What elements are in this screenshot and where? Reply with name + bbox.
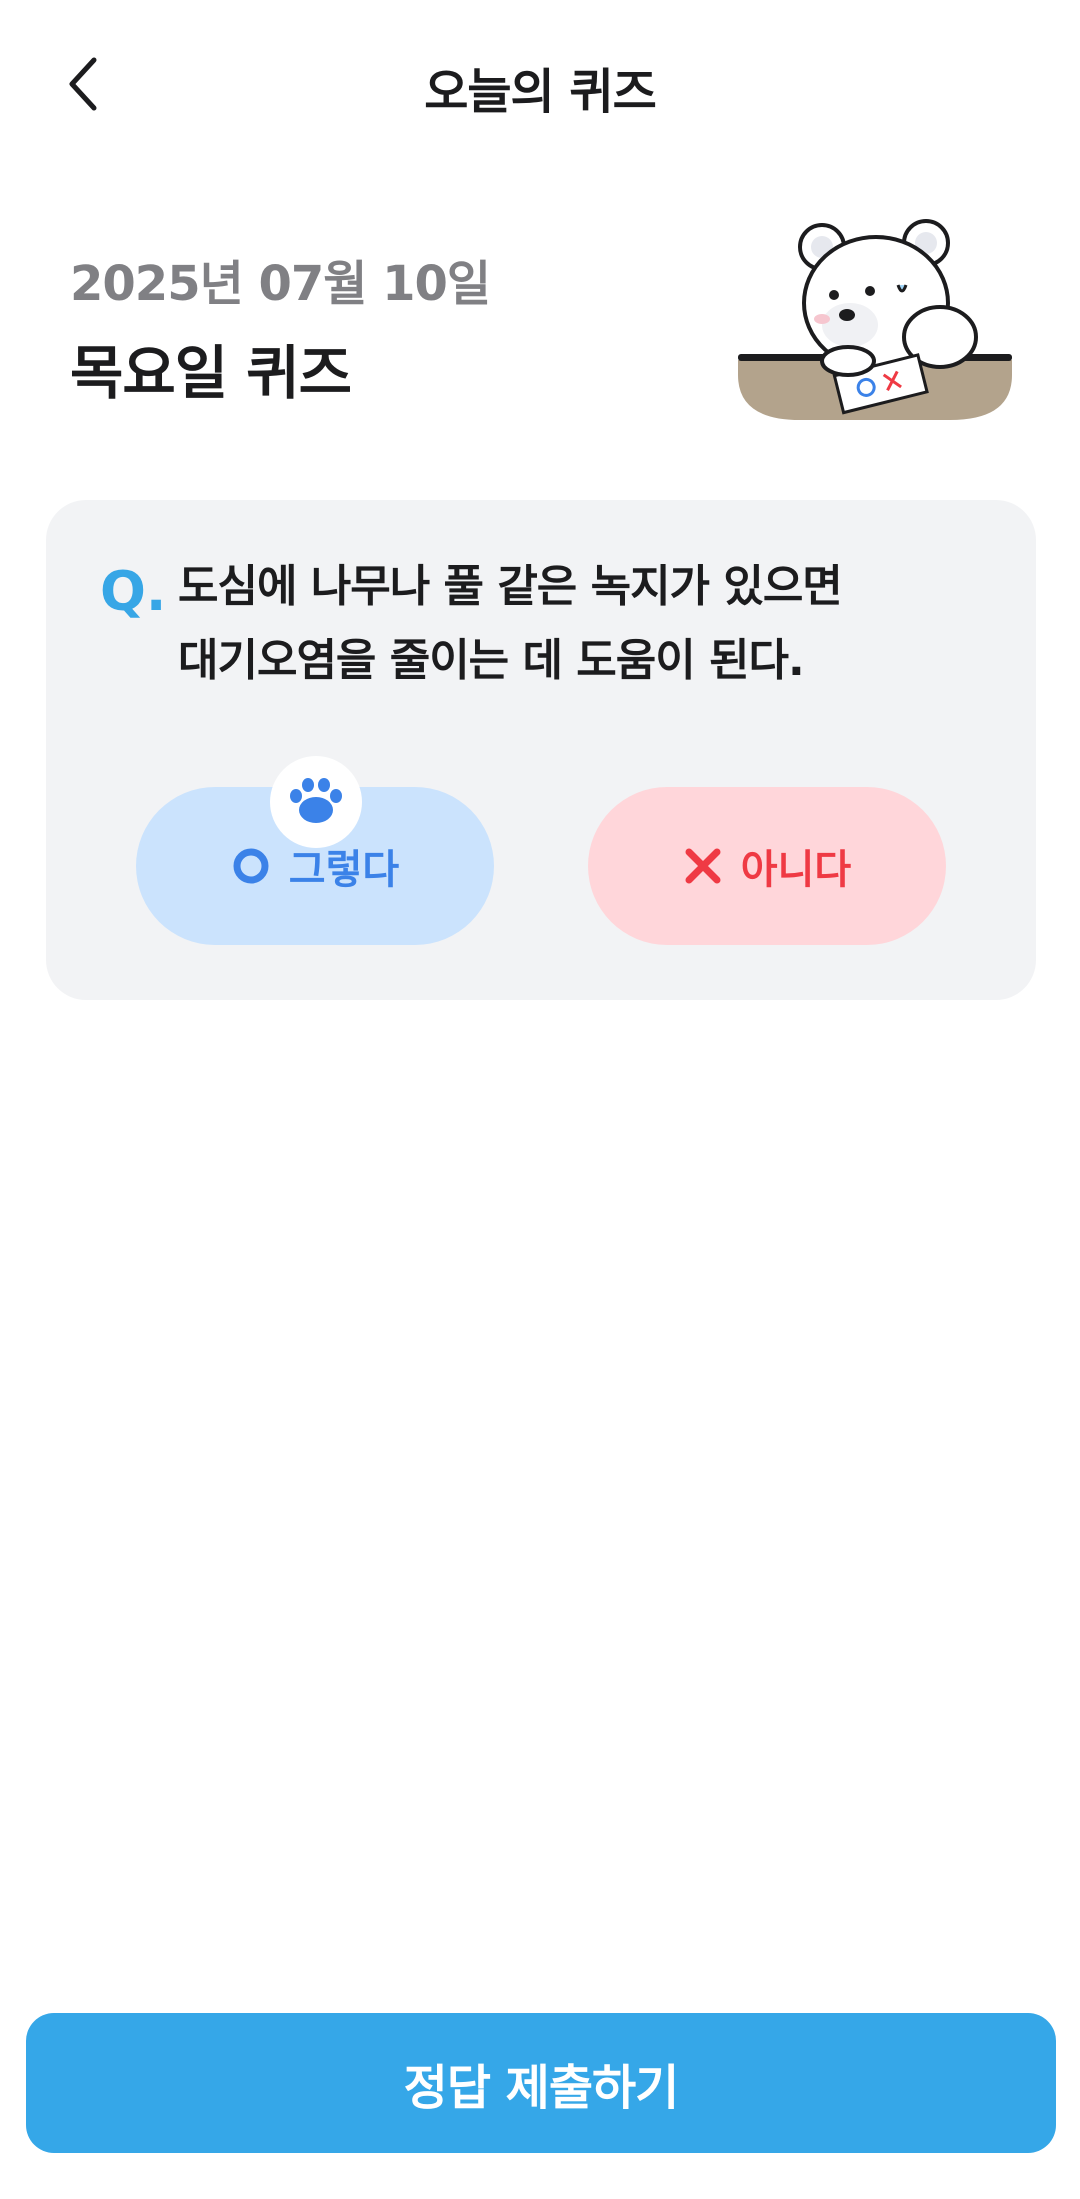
question-line-1: 도심에 나무나 풀 같은 녹지가 있으면: [178, 561, 843, 612]
page-title: 오늘의 퀴즈: [424, 64, 657, 120]
circle-o-icon: [233, 848, 269, 884]
question-prefix: Q.: [100, 560, 167, 623]
header-bar: 오늘의 퀴즈: [0, 0, 1080, 170]
question-text: 도심에 나무나 풀 같은 녹지가 있으면 대기오염을 줄이는 데 도움이 된다.: [178, 550, 978, 698]
paw-icon: [270, 756, 362, 848]
question-line-2: 대기오염을 줄이는 데 도움이 된다.: [178, 635, 805, 686]
submit-answer-button[interactable]: 정답 제출하기: [26, 2013, 1056, 2153]
answer-no-label: 아니다: [740, 847, 852, 893]
polar-bear-mascot: [738, 219, 1012, 420]
quiz-date: 2025년 07월 10일: [70, 256, 491, 312]
answer-no-button[interactable]: 아니다: [588, 787, 946, 945]
x-mark-icon: [685, 848, 721, 884]
submit-button-label: 정답 제출하기: [403, 2060, 680, 2116]
quiz-day-title: 목요일 퀴즈: [70, 339, 352, 407]
quiz-card: Q. 도심에 나무나 풀 같은 녹지가 있으면 대기오염을 줄이는 데 도움이 …: [46, 500, 1036, 1000]
